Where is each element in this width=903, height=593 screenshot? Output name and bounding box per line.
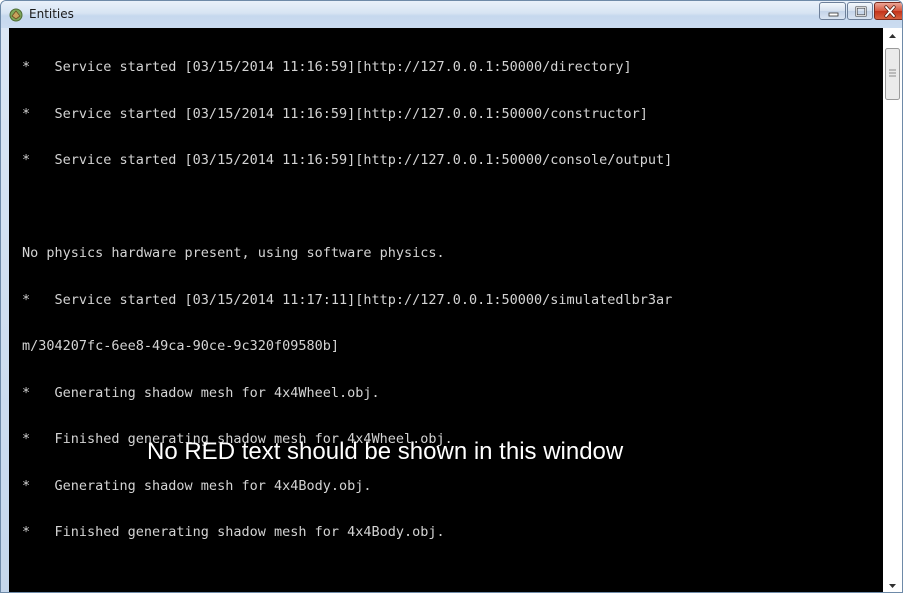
console-line: m/304207fc-6ee8-49ca-90ce-9c320f09580b] [22,338,339,354]
title-bar[interactable]: Entities [1,1,902,28]
console-notice: No RED text should be shown in this wind… [147,438,624,465]
maximize-button[interactable] [847,2,873,20]
console-line: * Service started [03/15/2014 11:17:11][… [22,291,673,308]
console-line: * Service started [03/15/2014 11:16:59][… [22,105,648,122]
scroll-down-button[interactable] [883,577,902,592]
console-line: * Finished generating shadow mesh for 4x… [22,524,445,540]
minimize-button[interactable] [819,2,846,20]
console-line: * Generating shadow mesh for 4x4Wheel.ob… [22,384,380,401]
scroll-up-button[interactable] [883,28,902,45]
arrow-up-icon [889,34,896,38]
console-output[interactable]: * Service started [03/15/2014 11:16:59][… [9,28,883,592]
console-line: * Service started [03/15/2014 11:16:59][… [22,59,632,75]
console-line: * Generating shadow mesh for 4x4Body.obj… [22,477,372,494]
window-title: Entities [29,7,74,21]
vertical-scrollbar[interactable] [883,28,902,592]
console-line: No physics hardware present, using softw… [22,245,445,261]
scroll-thumb[interactable] [885,48,900,100]
entities-app-icon[interactable] [8,7,24,23]
console-text: * Service started [03/15/2014 11:16:59][… [22,29,672,572]
console-line: * Service started [03/15/2014 11:16:59][… [22,152,673,168]
arrow-down-icon [889,584,896,588]
console-window: Entities * Service started [03/15/2014 1… [0,0,903,593]
close-button[interactable] [874,2,902,20]
close-icon [884,5,896,18]
window-client-area: * Service started [03/15/2014 11:16:59][… [1,28,902,592]
